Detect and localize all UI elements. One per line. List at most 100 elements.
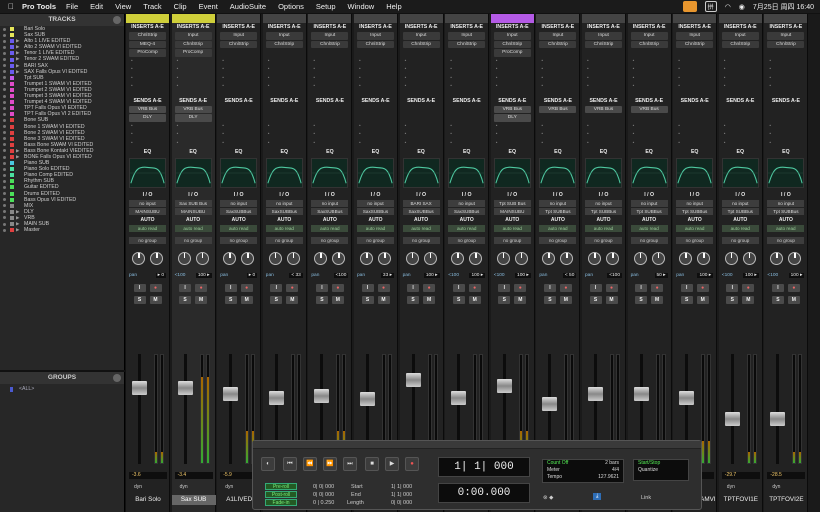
solo-button[interactable]: S (133, 295, 146, 304)
pan-right-value[interactable]: 100 ▸ (469, 273, 486, 278)
track-visibility-dot[interactable] (3, 94, 6, 98)
menu-window[interactable]: Window (348, 2, 375, 11)
track-visibility-dot[interactable] (3, 161, 6, 165)
insert-slot[interactable]: • (403, 83, 440, 91)
insert-slot[interactable]: Input (448, 32, 486, 40)
insert-slot[interactable] (539, 49, 576, 57)
group-selector[interactable]: no group (448, 236, 486, 244)
volume-fader[interactable] (770, 411, 786, 426)
rewind-icon[interactable]: ⏪ (303, 457, 317, 471)
insert-slot[interactable]: Input (767, 32, 805, 40)
solo-button[interactable]: S (452, 295, 465, 304)
sub-counter[interactable]: 0:00.000 (438, 483, 530, 503)
groups-panel-menu-button[interactable] (113, 374, 121, 382)
pan-knob[interactable] (724, 252, 738, 265)
send-slot[interactable] (448, 114, 485, 122)
send-slot[interactable] (220, 114, 257, 122)
insert-slot[interactable]: • (220, 58, 257, 66)
send-slot[interactable]: • (676, 123, 713, 131)
insert-slot[interactable]: Input (539, 32, 577, 40)
insert-slot[interactable]: • (311, 66, 348, 74)
insert-slot[interactable]: Input (402, 32, 440, 40)
start-stop-button[interactable]: Start/Stop (638, 460, 660, 467)
pan-knob[interactable] (378, 252, 391, 265)
eq-curve-display[interactable] (676, 158, 714, 188)
insert-slot[interactable]: ProComp (493, 49, 531, 57)
group-selector[interactable]: no group (721, 236, 759, 244)
track-name[interactable]: TPTFOVI2E (764, 495, 808, 505)
input-selector[interactable]: no input (539, 199, 577, 207)
send-slot[interactable] (722, 106, 759, 114)
insert-slot[interactable]: • (722, 75, 759, 83)
go-to-end-icon[interactable]: ⏭ (343, 457, 357, 471)
send-slot[interactable]: • (539, 131, 576, 139)
output-selector[interactable]: SaxSUBBus (357, 208, 394, 215)
send-slot[interactable] (311, 114, 348, 122)
send-slot[interactable]: • (631, 131, 668, 139)
send-slot[interactable]: • (357, 131, 394, 139)
insert-slot[interactable]: • (266, 83, 303, 91)
track-visibility-dot[interactable] (3, 76, 6, 80)
insert-slot[interactable]: • (494, 75, 531, 83)
insert-slot[interactable]: • (722, 66, 759, 74)
track-visibility-dot[interactable] (3, 106, 6, 110)
menu-help[interactable]: Help (386, 2, 401, 11)
pan-right-value[interactable]: 33 ▸ (380, 273, 394, 278)
eq-curve-display[interactable] (448, 158, 486, 188)
send-slot[interactable]: • (448, 140, 485, 148)
track-visibility-dot[interactable] (3, 82, 6, 86)
pan-left-value[interactable]: pan (220, 273, 228, 278)
insert-slot[interactable] (585, 49, 622, 57)
insert-slot[interactable]: • (676, 66, 713, 74)
play-icon[interactable]: ▶ (385, 457, 399, 471)
pan-right-value[interactable]: ▸ 0 (246, 273, 258, 278)
input-selector[interactable]: no input (676, 199, 714, 207)
pan-right-value[interactable]: < 33 (289, 273, 303, 278)
insert-slot[interactable]: • (494, 58, 531, 66)
send-slot[interactable] (357, 114, 394, 122)
send-slot[interactable]: • (403, 123, 440, 131)
tracks-panel-menu-button[interactable] (113, 16, 121, 24)
send-slot[interactable]: • (220, 123, 257, 131)
insert-slot[interactable]: Input (220, 32, 258, 40)
fadein-button[interactable]: Fade-in (265, 499, 297, 506)
send-slot[interactable] (403, 106, 440, 114)
mute-button[interactable]: M (559, 295, 572, 304)
track-folder-arrow-icon[interactable]: ▶ (16, 227, 24, 233)
insert-slot[interactable]: • (220, 66, 257, 74)
track-visibility-dot[interactable] (3, 179, 6, 183)
send-slot[interactable]: • (631, 123, 668, 131)
menu-track[interactable]: Track (143, 2, 161, 11)
insert-slot[interactable]: • (722, 58, 759, 66)
group-selector[interactable]: no group (767, 236, 805, 244)
insert-slot[interactable]: • (539, 66, 576, 74)
volume-fader[interactable] (633, 386, 649, 401)
insert-slot[interactable] (722, 49, 759, 57)
automation-mode-selector[interactable]: auto read (493, 224, 531, 232)
send-slot[interactable]: • (403, 140, 440, 148)
pan-knob[interactable] (286, 252, 300, 265)
group-selector[interactable]: no group (493, 236, 531, 244)
dyn-label[interactable]: dyn (727, 484, 735, 490)
insert-slot[interactable]: • (357, 58, 394, 66)
menu-setup[interactable]: Setup (316, 2, 336, 11)
track-visibility-dot[interactable] (3, 167, 6, 171)
pan-knob[interactable] (360, 252, 373, 265)
pan-left-value[interactable]: <100 (767, 273, 778, 278)
send-slot[interactable]: • (266, 140, 303, 148)
menu-event[interactable]: Event (199, 2, 218, 11)
pan-left-value[interactable]: pan (357, 273, 365, 278)
link-button[interactable]: Link (641, 495, 651, 501)
insert-slot[interactable]: ChnlStrip (448, 40, 486, 48)
pan-knob[interactable] (496, 252, 510, 265)
input-monitor-button[interactable]: I (315, 283, 328, 292)
send-slot[interactable]: • (220, 140, 257, 148)
pan-knob[interactable] (606, 252, 619, 265)
insert-slot[interactable]: • (676, 83, 713, 91)
track-folder-arrow-icon[interactable]: ▶ (16, 154, 24, 160)
insert-slot[interactable]: ChnlStrip (265, 40, 303, 48)
send-slot[interactable]: • (220, 131, 257, 139)
menu-clip[interactable]: Clip (174, 2, 187, 11)
volume-fader[interactable] (223, 386, 239, 401)
pan-right-value[interactable]: 100 ▸ (423, 273, 440, 278)
